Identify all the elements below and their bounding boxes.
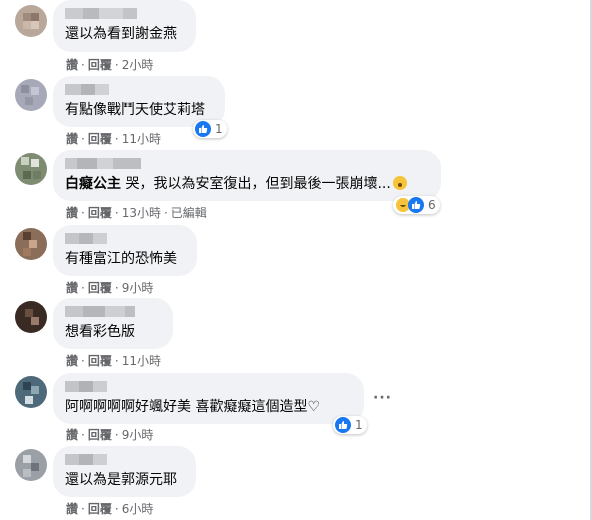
reply-link[interactable]: 回覆: [88, 57, 112, 73]
like-link[interactable]: 讚: [66, 280, 78, 296]
surprised-emoji-icon: [392, 176, 407, 190]
avatar[interactable]: [15, 449, 47, 481]
comment-actions: 讚 · 回覆 · 11小時: [66, 131, 161, 147]
like-link[interactable]: 讚: [66, 427, 78, 443]
edited-label: 已編輯: [170, 206, 207, 220]
commenter-name-blurred[interactable]: [65, 233, 185, 244]
timestamp[interactable]: 9小時: [122, 280, 154, 296]
like-link[interactable]: 讚: [66, 205, 78, 221]
timestamp[interactable]: 11小時: [122, 353, 161, 369]
like-reaction-icon: [195, 121, 211, 137]
comment-actions: 讚 · 回覆 · 13小時 · 已編輯: [66, 205, 207, 221]
comment-actions: 讚 · 回覆 · 2小時: [66, 57, 154, 73]
avatar[interactable]: [15, 228, 47, 260]
timestamp[interactable]: 6小時: [122, 501, 154, 517]
like-link[interactable]: 讚: [66, 57, 78, 73]
reply-link[interactable]: 回覆: [88, 353, 112, 369]
reply-link[interactable]: 回覆: [88, 501, 112, 517]
commenter-name-blurred[interactable]: [65, 454, 184, 465]
commenter-name-blurred[interactable]: [65, 158, 429, 169]
comment-text: 有種富江的恐怖美: [65, 251, 177, 267]
more-options-icon[interactable]: ···: [373, 390, 392, 406]
reaction-count[interactable]: 1: [333, 416, 367, 434]
tagged-user[interactable]: 白癡公主: [65, 176, 121, 192]
reply-link[interactable]: 回覆: [88, 280, 112, 296]
comment-text: 阿啊啊啊啊好颯好美 喜歡癡癡這個造型♡: [65, 399, 320, 415]
comment-actions: 讚 · 回覆 · 11小時: [66, 353, 161, 369]
comment-bubble: 白癡公主 哭，我以為安室復出，但到最後一張崩壞...: [53, 150, 441, 201]
comment-text: 白癡公主 哭，我以為安室復出，但到最後一張崩壞...: [65, 174, 429, 194]
comment-actions: 讚 · 回覆 · 9小時: [66, 427, 154, 443]
timestamp[interactable]: 13小時: [122, 205, 161, 221]
reaction-count[interactable]: 6: [393, 196, 440, 214]
avatar[interactable]: [15, 153, 47, 185]
avatar[interactable]: [15, 301, 47, 333]
comment-bubble: 想看彩色版: [53, 298, 173, 349]
comment-bubble: 還以為是郭源元耶: [53, 446, 196, 497]
reaction-count[interactable]: 1: [193, 120, 227, 138]
comment-actions: 讚 · 回覆 · 9小時: [66, 280, 154, 296]
reply-link[interactable]: 回覆: [88, 205, 112, 221]
like-reaction-icon: [335, 417, 351, 433]
comment-bubble: 阿啊啊啊啊好颯好美 喜歡癡癡這個造型♡: [53, 373, 364, 424]
timestamp[interactable]: 11小時: [122, 131, 161, 147]
like-reaction-icon: [408, 197, 424, 213]
comment-text: 還以為看到謝金燕: [65, 26, 177, 42]
comment-text: 還以為是郭源元耶: [65, 472, 177, 488]
comment-bubble: 有種富江的恐怖美: [53, 225, 197, 276]
like-link[interactable]: 讚: [66, 131, 78, 147]
commenter-name-blurred[interactable]: [65, 306, 161, 317]
commenter-name-blurred[interactable]: [65, 381, 352, 392]
reply-link[interactable]: 回覆: [88, 131, 112, 147]
like-link[interactable]: 讚: [66, 353, 78, 369]
reply-link[interactable]: 回覆: [88, 427, 112, 443]
like-link[interactable]: 讚: [66, 501, 78, 517]
avatar[interactable]: [15, 79, 47, 111]
comment-actions: 讚 · 回覆 · 6小時: [66, 501, 154, 517]
comment-text: 有點像戰鬥天使艾莉塔: [65, 102, 205, 118]
commenter-name-blurred[interactable]: [65, 84, 213, 95]
timestamp[interactable]: 9小時: [122, 427, 154, 443]
timestamp[interactable]: 2小時: [122, 57, 154, 73]
avatar[interactable]: [15, 5, 47, 37]
commenter-name-blurred[interactable]: [65, 8, 184, 19]
comment-text: 想看彩色版: [65, 324, 135, 340]
avatar[interactable]: [15, 376, 47, 408]
comment-bubble: 還以為看到謝金燕: [53, 0, 196, 52]
